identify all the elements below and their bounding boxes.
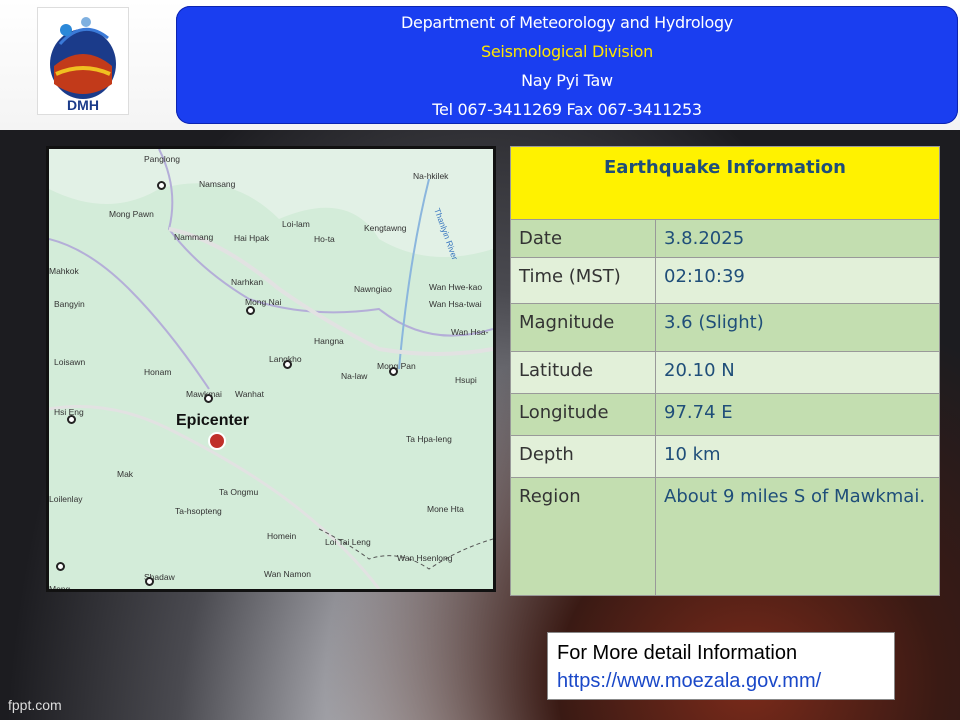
map-place-label: Bangyin: [54, 299, 85, 309]
more-info-label: For More detail Information: [557, 642, 798, 664]
contact-info: Tel 067-3411269 Fax 067-3411253: [432, 100, 702, 119]
map-place-label: Wan Hsa-: [451, 327, 489, 337]
info-value: 3.6 (Slight): [655, 303, 940, 352]
map-town-marker: [283, 360, 292, 369]
map-town-marker: [145, 577, 154, 586]
map-place-label: Loi-lam: [282, 219, 310, 229]
more-info-box: For More detail Information https://www.…: [547, 632, 895, 700]
map-town-marker: [246, 306, 255, 315]
map-place-label: Hangna: [314, 336, 344, 346]
info-value: 20.10 N: [655, 351, 940, 394]
info-value: About 9 miles S of Mawkmai.: [655, 477, 940, 596]
info-value: 97.74 E: [655, 393, 940, 436]
info-row: Region About 9 miles S of Mawkmai.: [510, 477, 940, 596]
map-place-label: Nawngiao: [354, 284, 392, 294]
map-place-label: Ta-hsopteng: [175, 506, 222, 516]
map-town-marker: [157, 181, 166, 190]
map-place-label: Hai Hpak: [234, 233, 269, 243]
map-place-label: Wan Hwe-kao: [429, 282, 483, 292]
info-row: Longitude 97.74 E: [510, 393, 940, 436]
info-row: Time (MST) 02:10:39: [510, 257, 940, 304]
epicenter-label: Epicenter: [176, 412, 249, 429]
map-place-label: Wan Namon: [264, 569, 311, 579]
info-key: Latitude: [510, 351, 656, 394]
map-place-label: Mak: [117, 469, 134, 479]
map-place-label: Mong Pawn: [109, 209, 154, 219]
info-key: Region: [510, 477, 656, 596]
info-key: Date: [510, 219, 656, 258]
info-row: Latitude 20.10 N: [510, 351, 940, 394]
map-place-label: Nammang: [174, 232, 214, 242]
earthquake-info-table: Earthquake Information Date 3.8.2025 Time …: [510, 146, 940, 596]
map-town-marker: [56, 562, 65, 571]
map-place-label: Na-law: [341, 371, 368, 381]
map-place-label: Mone Hta: [427, 504, 464, 514]
map-town-marker: [204, 394, 213, 403]
map-place-label: Loisawn: [54, 357, 86, 367]
info-value: 3.8.2025: [655, 219, 940, 258]
header-banner: Department of Meteorology and Hydrology …: [176, 6, 958, 124]
map-place-label: Mahkok: [49, 266, 79, 276]
dmh-logo: DMH: [37, 7, 129, 115]
map-place-label: Wan Hsa-twai: [429, 299, 482, 309]
map-place-label: Kengtawng: [364, 223, 407, 233]
map-place-label: Narhkan: [231, 277, 264, 287]
map-place-label: Ta Ongmu: [219, 487, 259, 497]
map-town-marker: [67, 415, 76, 424]
map-town-marker: [389, 367, 398, 376]
map-place-label: Homein: [267, 531, 297, 541]
map-place-label: Wanhat: [235, 389, 264, 399]
map-place-label: Wan Hsenlong: [397, 553, 453, 563]
info-value: 02:10:39: [655, 257, 940, 304]
map-place-label: Hsupi: [455, 375, 477, 385]
info-table-title: Earthquake Information: [510, 146, 940, 220]
map-place-label: Mong: [49, 584, 71, 592]
epicenter-marker-icon: [208, 432, 226, 450]
map-place-label: Namsang: [199, 179, 236, 189]
map-place-label: Ho-ta: [314, 234, 335, 244]
info-key: Longitude: [510, 393, 656, 436]
city-name: Nay Pyi Taw: [521, 71, 613, 90]
map-place-label: Na-hkilek: [413, 171, 449, 181]
map-place-label: Loi Tai Leng: [325, 537, 371, 547]
map-place-label: Loilenlay: [49, 494, 83, 504]
department-name: Department of Meteorology and Hydrology: [401, 13, 733, 32]
info-value: 10 km: [655, 435, 940, 478]
epicenter-map: Panglong Namsang Na-hkilek Mong Pawn Nammang…: [46, 146, 496, 592]
map-place-label: Ta Hpa-leng: [406, 434, 452, 444]
info-row: Depth 10 km: [510, 435, 940, 478]
svg-text:DMH: DMH: [67, 97, 99, 113]
info-key: Time (MST): [510, 257, 656, 304]
info-row: Magnitude 3.6 (Slight): [510, 303, 940, 352]
map-place-label: Panglong: [144, 154, 180, 164]
division-name: Seismological Division: [481, 42, 653, 61]
watermark: fppt.com: [8, 697, 62, 713]
map-place-label: Honam: [144, 367, 172, 377]
info-key: Depth: [510, 435, 656, 478]
more-info-link[interactable]: https://www.moezala.gov.mm/: [557, 667, 885, 695]
info-row: Date 3.8.2025: [510, 219, 940, 258]
info-key: Magnitude: [510, 303, 656, 352]
